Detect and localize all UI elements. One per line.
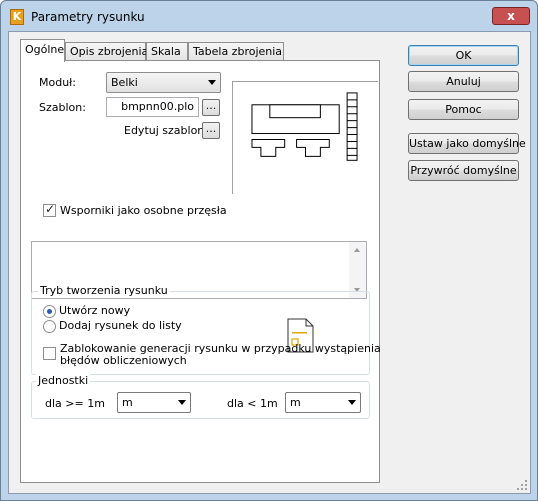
beam-drawing-preview-icon — [232, 81, 378, 194]
title-bar[interactable]: K Parametry rysunku x — [1, 1, 537, 31]
units-group-title: Jednostki — [36, 374, 91, 387]
template-field[interactable]: bmpnn00.plo — [106, 97, 199, 117]
dialog-window: K Parametry rysunku x Ogólne Opis zbroje… — [0, 0, 538, 501]
chevron-down-icon — [178, 400, 186, 405]
block-on-errors-label-line2: błędów obliczeniowych — [60, 354, 187, 367]
units-lt-label: dla < 1m — [227, 397, 278, 410]
tab-label: Opis zbrojenia — [70, 45, 149, 58]
resize-grip-icon[interactable] — [516, 479, 528, 491]
general-tab-panel: Moduł: Belki Szablon: bmpnn00.plo ... Ed… — [20, 60, 381, 483]
supports-checkbox-label: Wsporniki jako osobne przęsła — [60, 204, 227, 217]
tab-label: Ogólne — [25, 43, 65, 56]
cancel-button[interactable]: Anuluj — [408, 71, 519, 92]
checkmark-icon: ✓ — [45, 202, 56, 216]
browse-template-button[interactable]: ... — [202, 99, 220, 116]
scroll-up-icon[interactable] — [354, 248, 360, 252]
module-select[interactable]: Belki — [106, 72, 221, 93]
tab-opis-zbrojenia[interactable]: Opis zbrojenia — [65, 42, 149, 61]
radio-add-to-list[interactable] — [43, 320, 56, 333]
app-icon: K — [10, 9, 24, 25]
module-label: Moduł: — [39, 76, 77, 89]
tab-skala[interactable]: Skala — [146, 42, 188, 61]
module-value: Belki — [111, 76, 138, 89]
block-on-errors-label: Zablokowanie generacji rysunku w przypad… — [60, 343, 381, 367]
radio-selected-dot — [47, 309, 52, 314]
tab-label: Skala — [151, 45, 181, 58]
radio-create-new[interactable] — [43, 305, 56, 318]
chevron-down-icon — [208, 80, 216, 85]
radio-create-new-label: Utwórz nowy — [59, 304, 131, 317]
radio-add-to-list-label: Dodaj rysunek do listy — [59, 319, 182, 332]
tab-label: Tabela zbrojenia — [193, 45, 283, 58]
block-on-errors-checkbox[interactable] — [43, 347, 56, 360]
mode-groupbox: Tryb tworzenia rysunku Utwórz nowy Dodaj… — [31, 284, 381, 375]
units-lt-select[interactable]: m — [285, 392, 361, 413]
units-ge-value: m — [122, 396, 133, 409]
tab-ogolne[interactable]: Ogólne — [20, 39, 65, 62]
tab-tabela-zbrojenia[interactable]: Tabela zbrojenia — [188, 42, 284, 61]
help-button[interactable]: Pomoc — [408, 99, 519, 120]
ok-button[interactable]: OK — [408, 45, 519, 66]
chevron-down-icon — [348, 400, 356, 405]
textarea-scrollbar[interactable] — [349, 242, 366, 298]
set-default-button[interactable]: Ustaw jako domyślne — [408, 133, 526, 154]
units-ge-select[interactable]: m — [117, 392, 191, 413]
edit-template-label: Edytuj szablon: — [124, 124, 208, 137]
units-lt-value: m — [290, 396, 301, 409]
edit-template-button[interactable]: ... — [202, 122, 220, 139]
restore-default-button[interactable]: Przywróć domyślne — [408, 160, 519, 181]
window-title: Parametry rysunku — [31, 10, 145, 24]
dialog-client-area: Ogólne Opis zbrojenia Skala Tabela zbroj… — [8, 31, 531, 494]
supports-checkbox[interactable]: ✓ — [43, 202, 56, 217]
units-ge-label: dla >= 1m — [45, 397, 105, 410]
mode-group-title: Tryb tworzenia rysunku — [38, 284, 170, 297]
template-label: Szablon: — [39, 101, 86, 114]
units-groupbox: Jednostki dla >= 1m m dla < 1m m — [31, 374, 370, 419]
close-button[interactable]: x — [492, 7, 530, 25]
